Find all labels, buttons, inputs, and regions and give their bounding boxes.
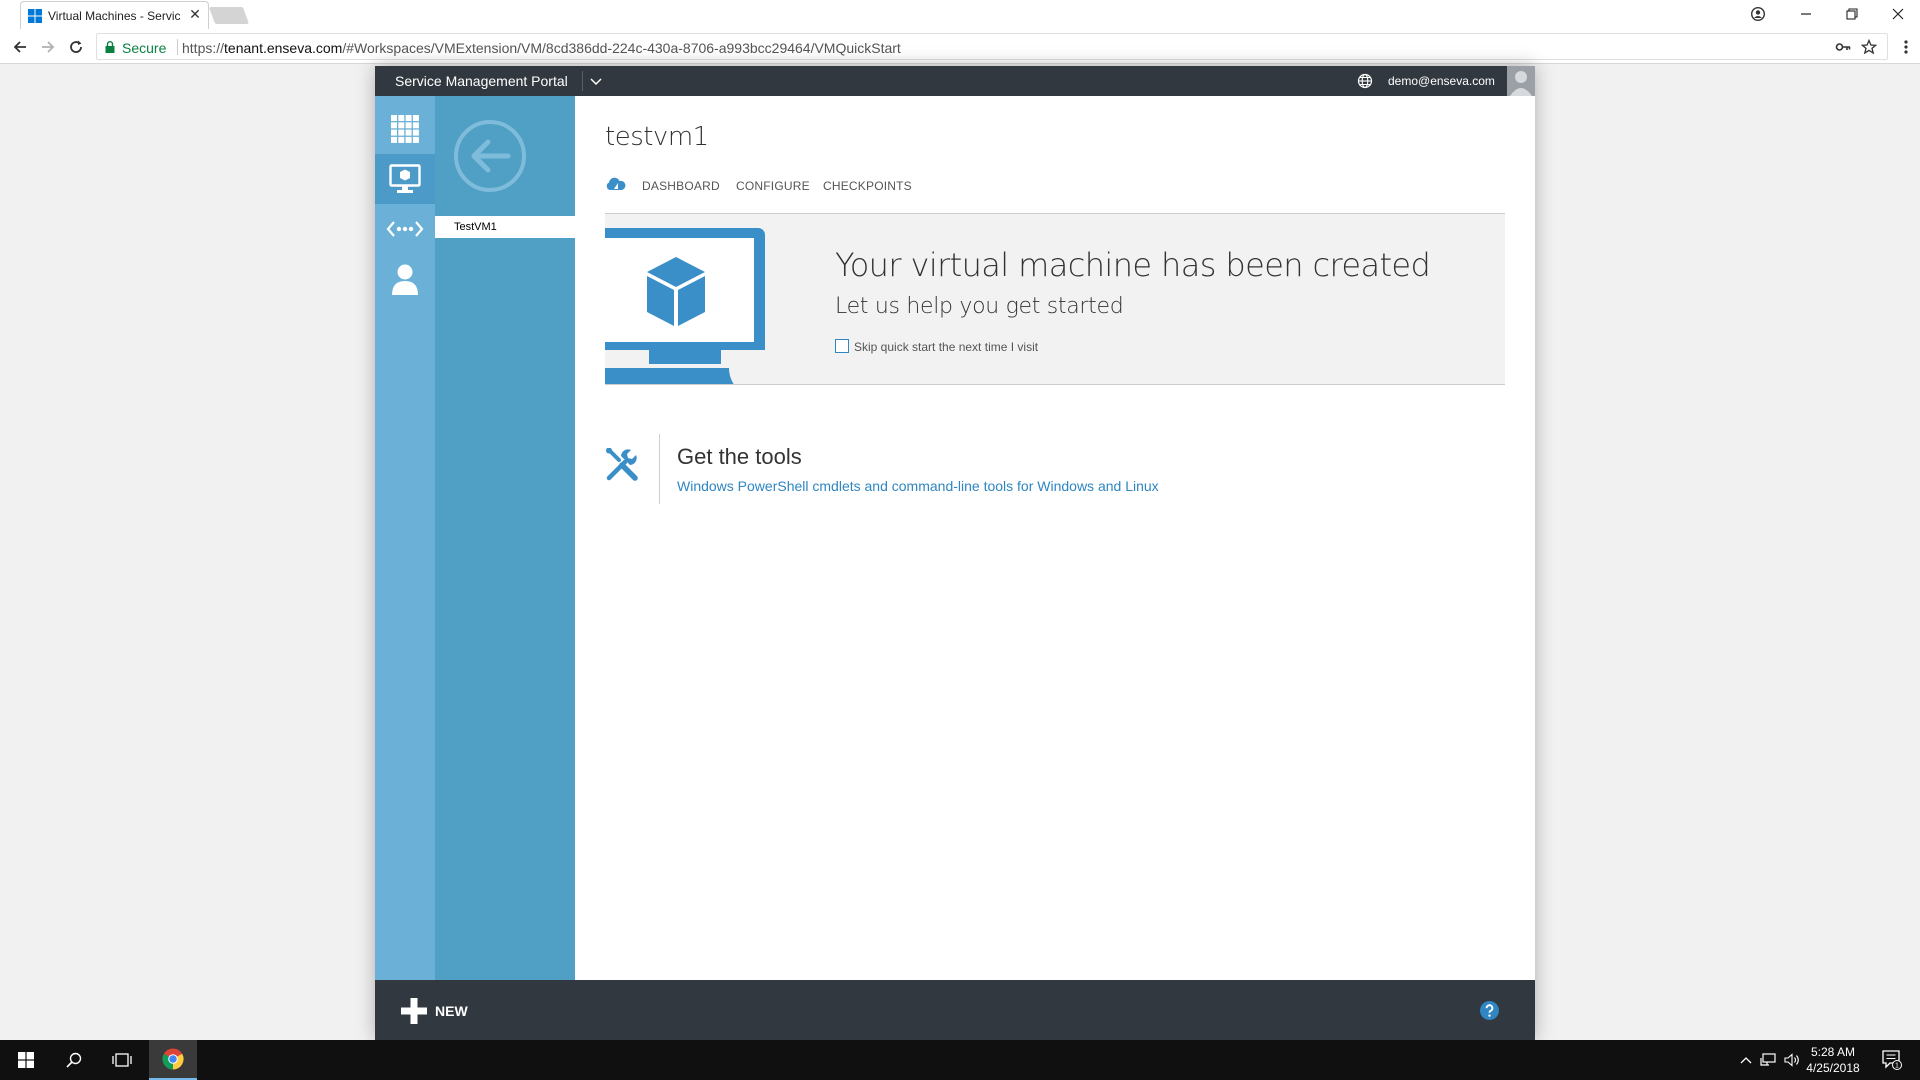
profile-icon[interactable] (1744, 3, 1772, 25)
back-arrow-icon[interactable] (10, 37, 30, 57)
tools-icon (606, 448, 638, 481)
portal-window: Service Management Portal demo@enseva.co… (375, 66, 1535, 1040)
command-bar: NEW (375, 980, 1535, 1040)
page-title: testvm1 (605, 122, 709, 152)
new-tab-button[interactable] (208, 7, 250, 24)
lock-icon (105, 41, 115, 53)
user-email[interactable]: demo@enseva.com (1388, 74, 1495, 88)
all-items-icon[interactable] (375, 104, 435, 154)
key-icon[interactable] (1835, 39, 1851, 55)
tools-divider (659, 434, 660, 504)
new-button[interactable]: NEW (401, 998, 468, 1024)
browser-tab-active[interactable]: Virtual Machines - Servic ✕ (20, 1, 209, 29)
virtual-machines-icon[interactable] (375, 154, 435, 204)
chevron-down-icon[interactable] (589, 74, 603, 88)
new-button-label: NEW (435, 1003, 468, 1019)
networks-icon[interactable] (375, 204, 435, 254)
help-icon[interactable] (1480, 1001, 1499, 1020)
browser-tab-title: Virtual Machines - Servic (48, 9, 181, 23)
url-text: https://tenant.enseva.com/#Workspaces/VM… (182, 40, 901, 56)
secure-label: Secure (122, 40, 167, 56)
reload-icon[interactable] (66, 37, 86, 57)
globe-icon[interactable] (1357, 73, 1373, 89)
address-bar[interactable]: Secure https://tenant.enseva.com/#Worksp… (96, 33, 1888, 60)
minimize-icon[interactable] (1792, 3, 1820, 25)
plus-icon (401, 998, 427, 1024)
get-tools-heading: Get the tools (677, 444, 802, 469)
close-window-icon[interactable] (1884, 3, 1912, 25)
topbar-separator (582, 71, 583, 91)
clock-time: 5:28 AM (1810, 1045, 1856, 1059)
secondary-nav: TestVM1 (435, 96, 575, 980)
chrome-menu-icon[interactable] (1896, 37, 1916, 57)
chrome-taskbar-icon[interactable] (149, 1040, 197, 1080)
forward-arrow-icon[interactable] (38, 37, 58, 57)
windows-favicon-icon (28, 9, 42, 23)
notification-count: 1 (1895, 1063, 1899, 1070)
skip-quickstart-checkbox[interactable] (835, 339, 849, 353)
search-icon[interactable] (50, 1040, 98, 1080)
skip-quickstart-label[interactable]: Skip quick start the next time I visit (854, 340, 1038, 354)
quickstart-banner: Your virtual machine has been created Le… (605, 213, 1505, 385)
restore-icon[interactable] (1838, 3, 1866, 25)
url-separator (177, 39, 178, 55)
avatar[interactable] (1507, 66, 1535, 96)
back-circle-icon[interactable] (454, 120, 526, 192)
tab-close-icon[interactable]: ✕ (186, 6, 204, 23)
sidebar-item-testvm1[interactable]: TestVM1 (435, 216, 575, 238)
action-center-icon[interactable]: 1 (1882, 1050, 1902, 1070)
windows-taskbar: 5:28 AM 4/25/2018 1 (0, 1040, 1920, 1080)
account-icon[interactable] (375, 254, 435, 304)
tab-dashboard[interactable]: DASHBOARD (642, 179, 720, 193)
quickstart-heading: Your virtual machine has been created (835, 246, 1431, 284)
windows-start-icon[interactable] (2, 1040, 50, 1080)
task-view-icon[interactable] (98, 1040, 146, 1080)
network-tray-icon[interactable] (1760, 1052, 1776, 1068)
tab-configure[interactable]: CONFIGURE (736, 179, 810, 193)
portal-topbar: Service Management Portal demo@enseva.co… (375, 66, 1535, 96)
show-hidden-icons-chevron-icon[interactable] (1738, 1052, 1754, 1068)
main-content: testvm1 DASHBOARD CONFIGURE CHECKPOINTS … (575, 96, 1535, 980)
tab-checkpoints[interactable]: CHECKPOINTS (823, 179, 912, 193)
browser-tabstrip: Virtual Machines - Servic ✕ (0, 0, 1920, 29)
quickstart-cloud-icon[interactable] (605, 176, 626, 192)
browser-toolbar: Secure https://tenant.enseva.com/#Worksp… (0, 29, 1920, 64)
clock-date: 4/25/2018 (1806, 1061, 1860, 1075)
sidebar-item-label: TestVM1 (454, 221, 497, 233)
bookmark-star-icon[interactable] (1861, 39, 1877, 55)
taskbar-clock[interactable]: 5:28 AM 4/25/2018 (1798, 1044, 1868, 1076)
quickstart-subheading: Let us help you get started (835, 294, 1124, 319)
left-nav (375, 96, 435, 980)
get-tools-section: Get the tools Windows PowerShell cmdlets… (605, 434, 1505, 514)
virtual-machine-monitor-icon (605, 228, 765, 384)
portal-title[interactable]: Service Management Portal (395, 73, 568, 89)
powershell-tools-link[interactable]: Windows PowerShell cmdlets and command-l… (677, 478, 1159, 494)
